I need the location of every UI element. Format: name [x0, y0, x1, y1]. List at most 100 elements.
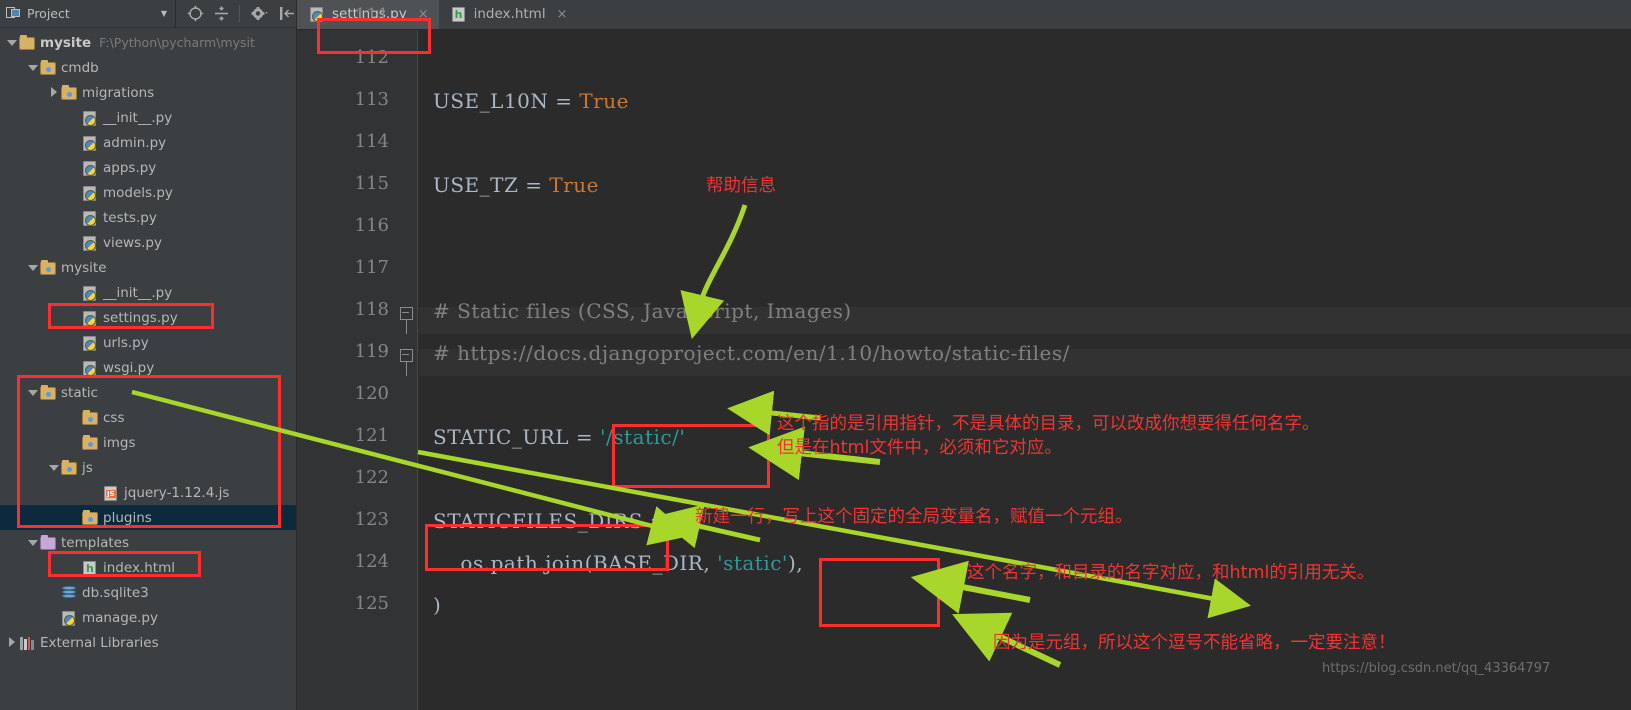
chevron-down-icon[interactable]	[27, 536, 40, 549]
tree-item-cmdb[interactable]: cmdb	[0, 55, 296, 80]
chevron-down-icon[interactable]	[27, 261, 40, 274]
code-token: 'static'	[717, 551, 788, 575]
tree-item-mysite[interactable]: mysite	[0, 255, 296, 280]
code-token: =	[569, 425, 601, 449]
code-token: True	[579, 89, 629, 113]
tree-item-label: views.py	[103, 234, 162, 251]
collapse-all-icon[interactable]	[213, 5, 230, 22]
folder-module-icon	[82, 509, 98, 526]
project-tool-window: Project ▼ mysite F:\Python\pycharm\mysit…	[0, 0, 297, 710]
editor-gutter[interactable]: 111 112 113 114 115 116 117 118 119 120 121 122 123 1…	[297, 5, 418, 710]
folder-module-icon	[40, 59, 56, 76]
tree-item-tests-py[interactable]: tests.py	[0, 205, 296, 230]
code-content[interactable]: USE_I18N = TrueUSE_L10N = TrueUSE_TZ = T…	[419, 30, 1631, 710]
tree-item-label: tests.py	[103, 209, 157, 226]
tree-item-templates[interactable]: templates	[0, 530, 296, 555]
tree-item-urls-py[interactable]: urls.py	[0, 330, 296, 355]
code-token: =	[548, 89, 580, 113]
tree-item-label: plugins	[103, 509, 152, 526]
python-file-icon	[82, 335, 98, 351]
project-title-label: Project	[27, 6, 70, 21]
code-token: USE_TZ	[433, 173, 519, 197]
line-number: 116	[354, 215, 389, 236]
project-tree[interactable]: mysite F:\Python\pycharm\mysit cmdb migrati…	[0, 28, 296, 710]
tree-item-db-sqlite3[interactable]: db.sqlite3	[0, 580, 296, 605]
tree-item-label: migrations	[82, 84, 155, 101]
python-file-icon	[82, 135, 98, 151]
code-line-118: # Static files (CSS, JavaScript, Images)	[433, 299, 852, 323]
project-icon	[6, 6, 21, 21]
tree-item-imgs[interactable]: imgs	[0, 430, 296, 455]
fold-marker-icon[interactable]	[400, 307, 413, 334]
line-number: 123	[354, 509, 389, 530]
folder-module-icon	[61, 84, 77, 101]
tree-item-label: models.py	[103, 184, 173, 201]
fold-marker-icon[interactable]	[400, 349, 413, 376]
tree-item-path: F:\Python\pycharm\mysit	[99, 35, 255, 50]
tree-item-jquery-1-12-4-js[interactable]: jquery-1.12.4.js	[0, 480, 296, 505]
js-file-icon	[103, 485, 119, 501]
tree-item-settings-py[interactable]: settings.py	[0, 305, 296, 330]
tree-item-label: templates	[61, 534, 129, 551]
editor-tab-index-html[interactable]: index.html ×	[439, 0, 578, 29]
tree-item-label: apps.py	[103, 159, 157, 176]
tree-item-index-html[interactable]: index.html	[0, 555, 296, 580]
line-number: 115	[354, 173, 389, 194]
tree-item-static[interactable]: static	[0, 380, 296, 405]
tree-item-label: static	[61, 384, 99, 401]
tree-item-plugins[interactable]: plugins	[0, 505, 296, 530]
tree-item-wsgi-py[interactable]: wsgi.py	[0, 355, 296, 380]
chevron-right-icon[interactable]	[48, 86, 61, 99]
tree-item-apps-py[interactable]: apps.py	[0, 155, 296, 180]
python-file-icon	[309, 6, 325, 22]
tree-item-js[interactable]: js	[0, 455, 296, 480]
close-icon[interactable]: ×	[418, 7, 429, 22]
hide-panel-icon[interactable]	[279, 5, 296, 22]
line-number: 125	[354, 593, 389, 614]
tree-item--init-py[interactable]: __init__.py	[0, 280, 296, 305]
locate-icon[interactable]	[187, 5, 204, 22]
tree-item--init-py[interactable]: __init__.py	[0, 105, 296, 130]
settings-gear-icon[interactable]	[250, 5, 270, 22]
line-number: 118	[354, 299, 389, 320]
code-line-121: STATIC_URL = '/static/'	[433, 425, 685, 449]
chevron-down-icon[interactable]	[27, 61, 40, 74]
tree-item-manage-py[interactable]: manage.py	[0, 605, 296, 630]
chevron-down-icon[interactable]: ▼	[161, 9, 167, 18]
tree-item-label: js	[82, 459, 93, 476]
line-number: 124	[354, 551, 389, 572]
line-number: 122	[354, 467, 389, 488]
tree-item-label: settings.py	[103, 309, 178, 326]
tree-item-external-libraries[interactable]: External Libraries	[0, 630, 296, 655]
code-token: ),	[787, 551, 804, 575]
code-token: # https://docs.djangoproject.com/en/1.10…	[433, 341, 1070, 365]
project-toolbar	[176, 5, 296, 22]
python-file-icon	[82, 310, 98, 326]
tree-item-models-py[interactable]: models.py	[0, 180, 296, 205]
toolbar-divider-2	[239, 5, 241, 22]
folder-templates-icon	[40, 534, 56, 551]
chevron-down-icon[interactable]	[6, 36, 19, 49]
chevron-right-icon[interactable]	[6, 636, 19, 649]
tree-item-admin-py[interactable]: admin.py	[0, 130, 296, 155]
python-file-icon	[61, 610, 77, 626]
close-icon[interactable]: ×	[557, 7, 568, 22]
chevron-down-icon[interactable]	[27, 386, 40, 399]
code-token: STATIC_URL	[433, 425, 570, 449]
tree-item-css[interactable]: css	[0, 405, 296, 430]
tree-item-mysite[interactable]: mysite F:\Python\pycharm\mysit	[0, 30, 296, 55]
folder-module-icon	[61, 459, 77, 476]
line-number: 119	[354, 341, 389, 362]
tree-item-label: mysite	[61, 259, 107, 276]
tree-item-views-py[interactable]: views.py	[0, 230, 296, 255]
tree-item-label: mysite	[40, 34, 92, 51]
editor-tabbar: settings.py×index.html×	[297, 0, 1631, 30]
tree-item-migrations[interactable]: migrations	[0, 80, 296, 105]
chevron-down-icon[interactable]	[48, 461, 61, 474]
project-title-button[interactable]: Project ▼	[0, 0, 175, 28]
